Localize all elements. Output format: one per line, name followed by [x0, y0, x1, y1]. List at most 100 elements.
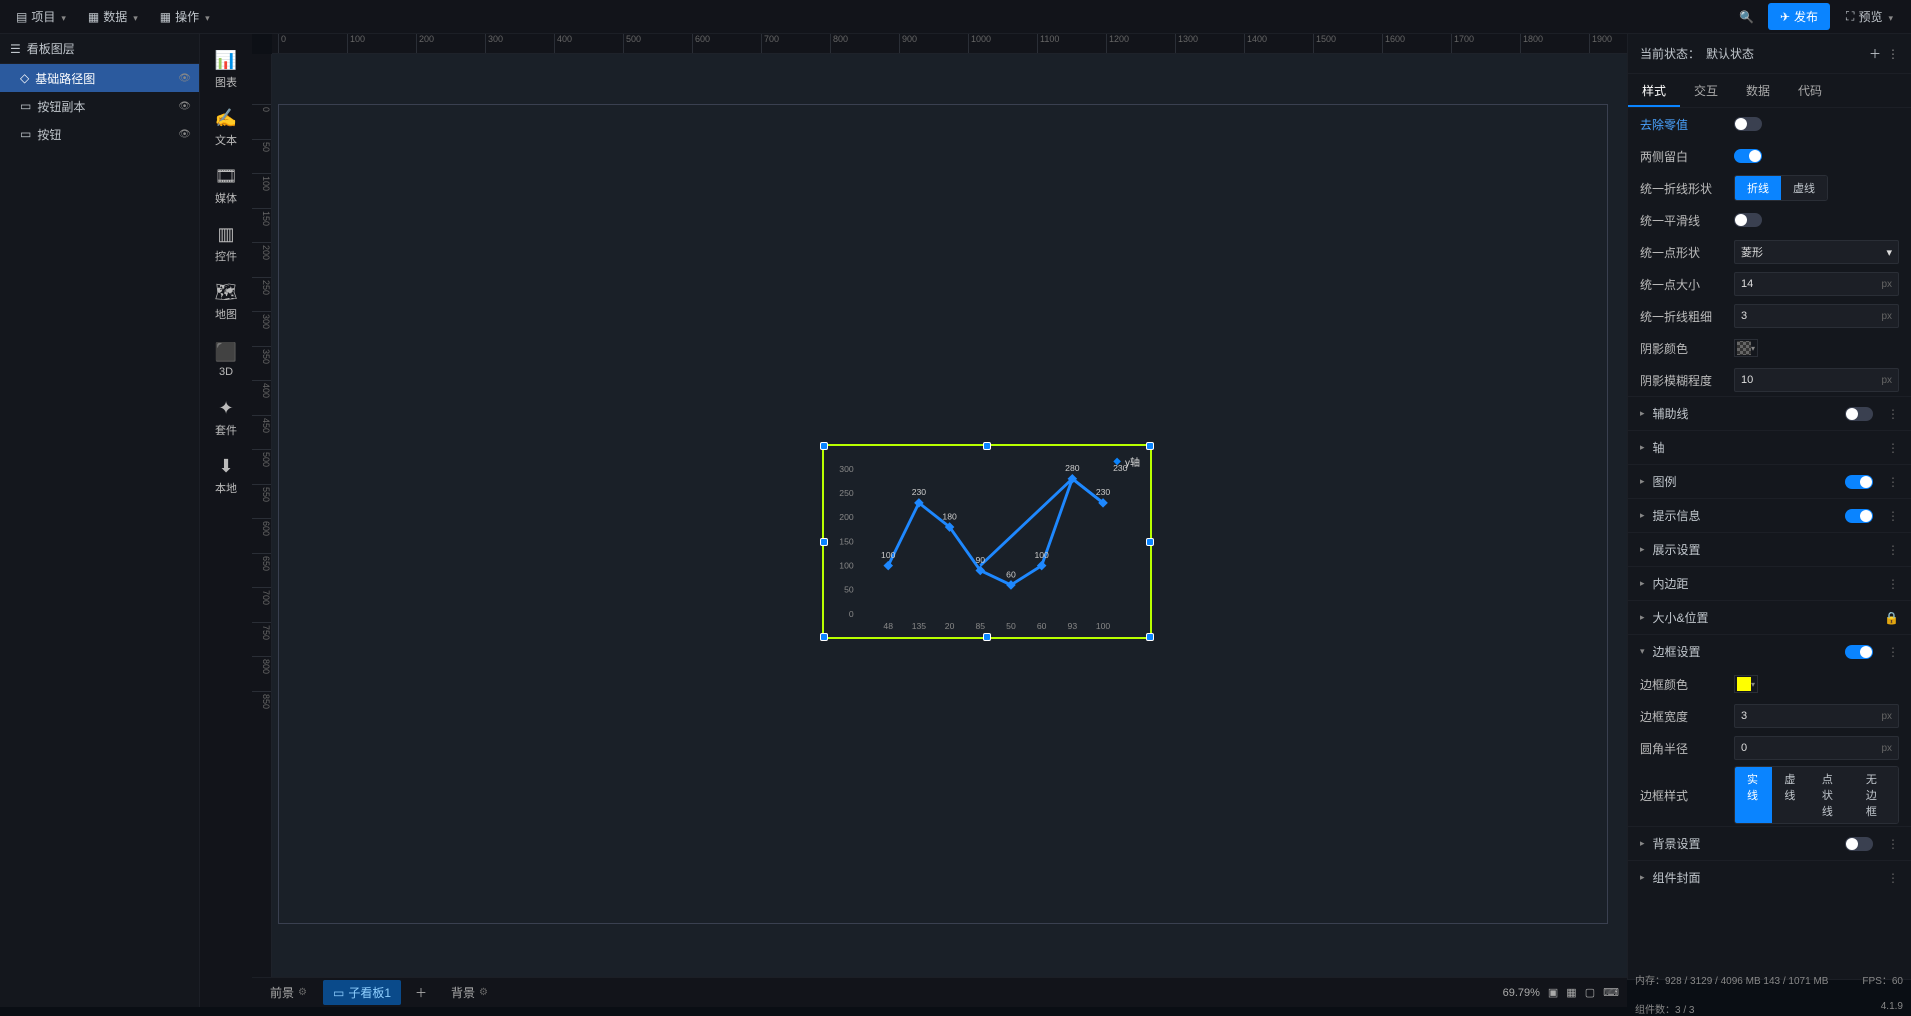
- seg-option[interactable]: 无边框: [1854, 767, 1898, 823]
- add-tab-button[interactable]: ＋: [407, 980, 435, 1005]
- add-state-button[interactable]: ＋: [1869, 45, 1881, 62]
- property-tab[interactable]: 交互: [1680, 74, 1732, 107]
- tool-图表[interactable]: 📊图表: [202, 42, 250, 98]
- tool-icon: ✍: [215, 108, 237, 129]
- tool-label: 3D: [219, 366, 233, 378]
- prop-border-radius: 圆角半径 0 px: [1628, 732, 1911, 764]
- grid-icon[interactable]: ▦: [1566, 986, 1576, 999]
- seg-option[interactable]: 虚线: [1772, 767, 1809, 823]
- svg-text:100: 100: [839, 561, 854, 571]
- property-tab[interactable]: 数据: [1732, 74, 1784, 107]
- caret-icon: ▸: [1640, 872, 1645, 883]
- caret-icon: ▸: [1640, 476, 1645, 487]
- svg-text:150: 150: [839, 536, 854, 546]
- keyboard-icon[interactable]: ⌨: [1603, 986, 1619, 999]
- more-icon[interactable]: ⋮: [1887, 509, 1899, 523]
- eye-icon[interactable]: 👁: [178, 73, 191, 84]
- prop-label: 边框宽度: [1640, 708, 1726, 725]
- more-icon[interactable]: ⋮: [1887, 871, 1899, 885]
- toggle-guide[interactable]: [1845, 407, 1873, 421]
- property-tab[interactable]: 代码: [1784, 74, 1836, 107]
- caret-icon: ▸: [1640, 578, 1645, 589]
- tool-文本[interactable]: ✍文本: [202, 100, 250, 156]
- more-icon[interactable]: ⋮: [1887, 837, 1899, 851]
- layer-row[interactable]: ▭按钮副本👁: [0, 92, 199, 120]
- search-button[interactable]: 🔍: [1731, 6, 1762, 28]
- toggle-remove-zero[interactable]: [1734, 117, 1762, 131]
- section-axis[interactable]: ▸ 轴 ⋮: [1628, 430, 1911, 464]
- menu-ops[interactable]: ▦ 操作: [152, 4, 218, 29]
- tool-控件[interactable]: ▥控件: [202, 216, 250, 272]
- seg-option[interactable]: 点状线: [1810, 767, 1854, 823]
- select-point-shape[interactable]: 菱形 ▾: [1734, 240, 1899, 264]
- tool-套件[interactable]: ✦套件: [202, 390, 250, 446]
- tab-subboard[interactable]: ▭ 子看板1: [323, 980, 401, 1005]
- more-icon[interactable]: ⋮: [1887, 407, 1899, 421]
- fit-icon[interactable]: ▣: [1548, 986, 1558, 999]
- section-bg[interactable]: ▸ 背景设置 ⋮: [1628, 826, 1911, 860]
- tool-媒体[interactable]: 🎞媒体: [202, 158, 250, 214]
- section-size-pos[interactable]: ▸ 大小&位置 🔒: [1628, 600, 1911, 634]
- preview-button[interactable]: ⛶ 预览: [1836, 3, 1903, 30]
- unit: px: [1881, 279, 1892, 290]
- board-icon: ▭: [333, 986, 344, 1000]
- section-label: 辅助线: [1653, 405, 1689, 422]
- toggle-smooth[interactable]: [1734, 213, 1762, 227]
- toggle-border[interactable]: [1845, 645, 1873, 659]
- input-line-width[interactable]: 3 px: [1734, 304, 1899, 328]
- tool-地图[interactable]: 🗺地图: [202, 274, 250, 330]
- tab-foreground[interactable]: 前景 ⚙: [260, 980, 317, 1005]
- seg-option[interactable]: 折线: [1735, 176, 1781, 200]
- section-cover[interactable]: ▸ 组件封面 ⋮: [1628, 860, 1911, 894]
- section-guide[interactable]: ▸ 辅助线 ⋮: [1628, 396, 1911, 430]
- section-padding[interactable]: ▸ 内边距 ⋮: [1628, 566, 1911, 600]
- more-icon[interactable]: ⋮: [1887, 475, 1899, 489]
- caret-icon: ▸: [1640, 612, 1645, 623]
- layer-row[interactable]: ▭按钮👁: [0, 120, 199, 148]
- prop-border-width: 边框宽度 3 px: [1628, 700, 1911, 732]
- ruler-horizontal[interactable]: 0100200300400500600700800900100011001200…: [272, 34, 1627, 54]
- svg-text:100: 100: [1096, 621, 1111, 631]
- section-legend[interactable]: ▸ 图例 ⋮: [1628, 464, 1911, 498]
- toggle-legend[interactable]: [1845, 475, 1873, 489]
- section-border[interactable]: ▾ 边框设置 ⋮: [1628, 634, 1911, 668]
- section-tooltip[interactable]: ▸ 提示信息 ⋮: [1628, 498, 1911, 532]
- input-border-radius[interactable]: 0 px: [1734, 736, 1899, 760]
- properties-scroll[interactable]: 去除零值 两侧留白 统一折线形状 折线 虚线 统一平滑线 统一点形状: [1628, 108, 1911, 1007]
- ruler-vertical[interactable]: 0501001502002503003504004505005506006507…: [252, 54, 272, 977]
- more-icon[interactable]: ⋮: [1887, 47, 1899, 61]
- toggle-bg[interactable]: [1845, 837, 1873, 851]
- input-point-size[interactable]: 14 px: [1734, 272, 1899, 296]
- seg-option[interactable]: 实线: [1735, 767, 1772, 823]
- color-border[interactable]: [1734, 675, 1758, 693]
- section-label: 大小&位置: [1653, 609, 1709, 626]
- tool-本地[interactable]: ⬇本地: [202, 448, 250, 504]
- seg-option[interactable]: 虚线: [1781, 176, 1827, 200]
- input-shadow-blur[interactable]: 10 px: [1734, 368, 1899, 392]
- layer-row[interactable]: ◇基础路径图👁: [0, 64, 199, 92]
- menu-data[interactable]: ▦ 数据: [80, 4, 146, 29]
- eye-icon[interactable]: 👁: [178, 129, 191, 140]
- input-border-width[interactable]: 3 px: [1734, 704, 1899, 728]
- toggle-side-padding[interactable]: [1734, 149, 1762, 163]
- property-tab[interactable]: 样式: [1628, 74, 1680, 107]
- publish-button[interactable]: ✈ 发布: [1768, 3, 1830, 30]
- snap-icon[interactable]: ▢: [1585, 986, 1595, 999]
- section-display[interactable]: ▸ 展示设置 ⋮: [1628, 532, 1911, 566]
- tool-3D[interactable]: ⬛3D: [202, 332, 250, 388]
- stage[interactable]: y轴 0501001502002503004813520855060931001…: [272, 54, 1627, 977]
- more-icon[interactable]: ⋮: [1887, 441, 1899, 455]
- more-icon[interactable]: ⋮: [1887, 645, 1899, 659]
- color-shadow[interactable]: [1734, 339, 1758, 357]
- prop-label: 统一折线粗细: [1640, 308, 1726, 325]
- chevron-down-icon: [203, 10, 210, 24]
- menu-project[interactable]: ▤ 项目: [8, 4, 74, 29]
- more-icon[interactable]: ⋮: [1887, 577, 1899, 591]
- lock-icon[interactable]: 🔒: [1884, 611, 1899, 625]
- eye-icon[interactable]: 👁: [178, 101, 191, 112]
- more-icon[interactable]: ⋮: [1887, 543, 1899, 557]
- toggle-tooltip[interactable]: [1845, 509, 1873, 523]
- tab-background[interactable]: 背景 ⚙: [441, 980, 498, 1005]
- tool-icon: 📊: [215, 50, 237, 71]
- selected-widget[interactable]: y轴 0501001502002503004813520855060931001…: [822, 444, 1152, 639]
